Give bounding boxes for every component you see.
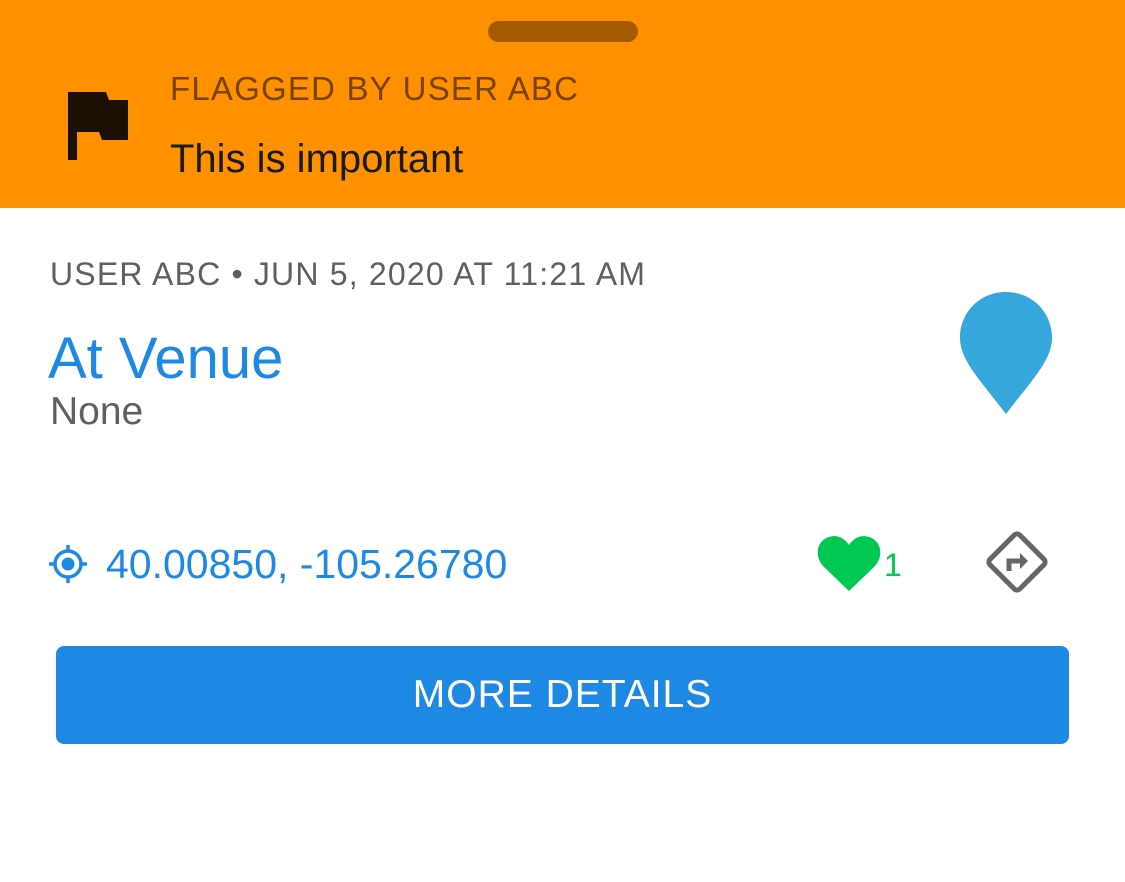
directions-icon[interactable] [982, 527, 1052, 597]
heart-icon [816, 533, 882, 593]
favorite-count: 1 [884, 546, 902, 583]
observation-timestamp: JUN 5, 2020 AT 11:21 AM [253, 256, 647, 292]
observation-user: USER ABC [50, 256, 222, 292]
meta-separator: • [231, 256, 244, 292]
location-coordinates: 40.00850, -105.26780 [106, 540, 508, 587]
location-row[interactable]: 40.00850, -105.26780 [48, 536, 507, 592]
favorite-button[interactable]: 1 [816, 532, 902, 594]
more-details-button[interactable]: MORE DETAILS [56, 646, 1069, 744]
flag-banner: FLAGGED BY USER ABC This is important [0, 0, 1125, 208]
observation-bottom-sheet: FLAGGED BY USER ABC This is important US… [0, 0, 1125, 882]
map-pin-icon [958, 290, 1054, 416]
gps-target-icon [48, 544, 88, 584]
flag-header: FLAGGED BY USER ABC [170, 70, 580, 107]
sheet-drag-handle[interactable] [488, 21, 638, 42]
flag-message: This is important [170, 137, 464, 181]
flag-icon [66, 90, 130, 162]
observation-subtitle: None [50, 390, 144, 433]
observation-meta: USER ABC • JUN 5, 2020 AT 11:21 AM [50, 256, 646, 293]
observation-title: At Venue [48, 326, 284, 391]
